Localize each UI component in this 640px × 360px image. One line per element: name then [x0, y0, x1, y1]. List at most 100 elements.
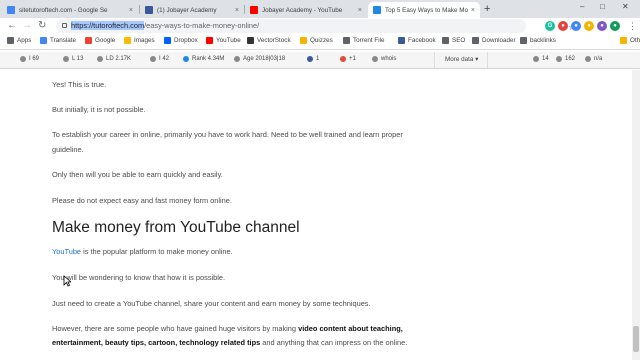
paragraph: To establish your career in online, prim… [52, 130, 403, 139]
seo-metric[interactable]: whois [372, 56, 396, 62]
bookmark-google[interactable]: Google [85, 37, 115, 44]
extension-icon-3[interactable]: ● [571, 21, 581, 31]
facebook-icon [145, 6, 153, 14]
tab-active-article[interactable]: Top 5 Easy Ways to Make Mone × [368, 2, 480, 18]
bookmark-images[interactable]: Images [124, 37, 155, 44]
metric-icon [307, 56, 313, 62]
seo-metric[interactable]: 162 [556, 56, 575, 62]
metric-icon [340, 56, 346, 62]
tab-strip: sitetutoroftech.com - Google Se × (1) Jo… [0, 0, 640, 18]
bookmark-label: YouTube [216, 37, 241, 44]
google-icon [7, 6, 15, 14]
seo-metric[interactable]: I 69 [20, 56, 39, 62]
seo-metric[interactable]: LD 2.17K [97, 56, 131, 62]
tab-youtube[interactable]: Jobayer Academy - YouTube × [245, 2, 367, 18]
close-window-button[interactable]: ✕ [622, 2, 629, 11]
metric-value: 14 [542, 56, 549, 62]
bookmark-seo[interactable]: SEO [442, 37, 465, 44]
bookmark-label: backlinks [530, 37, 556, 44]
paragraph: You will be wondering to know that how i… [52, 273, 226, 282]
bookmark-vectorstock[interactable]: VectorStock [247, 37, 291, 44]
metric-value: whois [381, 56, 397, 62]
maximize-button[interactable]: □ [600, 2, 605, 11]
bookmark-label: Downloader [482, 37, 516, 44]
tab-title: (1) Jobayer Academy [157, 6, 217, 14]
bookmark-label: Google [95, 37, 116, 44]
youtube-icon [250, 6, 258, 14]
bookmark-icon [520, 37, 527, 44]
bookmark-dropbox[interactable]: Dropbox [164, 37, 198, 44]
bookmark-downloader[interactable]: Downloader [472, 37, 516, 44]
bookmark-facebook[interactable]: Facebook [398, 37, 436, 44]
bookmark-torrent-file[interactable]: Torrent File [343, 37, 385, 44]
metric-icon [556, 56, 562, 62]
tab-facebook[interactable]: (1) Jobayer Academy × [140, 2, 244, 18]
bookmark-icon [343, 37, 350, 44]
back-button[interactable]: ← [7, 19, 17, 33]
bookmark-icon [206, 37, 213, 44]
metric-icon [533, 56, 539, 62]
tab-google-search[interactable]: sitetutoroftech.com - Google Se × [2, 2, 138, 18]
bookmark-label: Torrent File [353, 37, 385, 44]
bookmark-label: Translate [50, 37, 77, 44]
metric-icon [585, 56, 591, 62]
bookmark-label: VectorStock [257, 37, 291, 44]
paragraph: guideline. [52, 145, 84, 154]
bookmark-label: Images [134, 37, 155, 44]
menu-kebab-icon[interactable]: ⋮ [628, 19, 637, 33]
scrollbar-thumb[interactable] [633, 326, 639, 352]
bookmark-backlinks[interactable]: backlinks [520, 37, 556, 44]
address-url[interactable]: https://tutoroftech.com/easy-ways-to-mak… [71, 19, 259, 33]
seo-toolbar: More data ▾ I 69 L 13 LD 2.17K I 42 Rank 4.3… [0, 52, 640, 69]
bookmark-othe[interactable]: Othe [620, 37, 640, 44]
bookmark-label: Apps [17, 37, 32, 44]
extension-icon-4[interactable]: ● [584, 21, 594, 31]
minimize-button[interactable]: – [580, 2, 584, 11]
url-path: /easy-ways-to-make-money-online/ [144, 21, 260, 30]
extension-icon-6[interactable]: ● [610, 21, 620, 31]
reload-button[interactable]: ↻ [38, 19, 46, 33]
extension-icon-5[interactable]: ● [597, 21, 607, 31]
new-tab-button[interactable]: + [484, 3, 490, 15]
tab-title: Jobayer Academy - YouTube [262, 6, 343, 14]
seo-metric[interactable]: I 42 [150, 56, 169, 62]
mouse-cursor-icon [63, 275, 71, 287]
seo-metric[interactable]: Rank 4.34M [183, 56, 224, 62]
site-favicon-icon [373, 6, 381, 14]
bookmark-label: Quizzes [310, 37, 333, 44]
seo-metric[interactable]: 1 [307, 56, 319, 62]
close-icon[interactable]: × [358, 7, 362, 14]
extension-icon-2[interactable]: ● [558, 21, 568, 31]
close-icon[interactable]: × [129, 7, 133, 14]
metric-icon [97, 56, 103, 62]
article-content: Yes! This is true. But initially, it is … [0, 70, 632, 360]
seo-metric[interactable]: Age 2018|03|18 [234, 56, 285, 62]
bookmark-label: Dropbox [174, 37, 198, 44]
bookmark-icon [442, 37, 449, 44]
forward-button[interactable]: → [22, 19, 32, 33]
youtube-link[interactable]: YouTube [52, 247, 81, 256]
metric-value: I 42 [159, 56, 170, 62]
metric-value: I 69 [29, 56, 40, 62]
seo-metric[interactable]: 14 [533, 56, 549, 62]
paragraph: However, there are some people who have … [52, 324, 403, 334]
grammarly-icon[interactable]: G [545, 21, 555, 31]
paragraph: YouTube is the popular platform to make … [52, 247, 233, 257]
seo-metric[interactable]: n/a [585, 56, 602, 62]
bookmark-quizzes[interactable]: Quizzes [300, 37, 333, 44]
close-icon[interactable]: × [235, 7, 239, 14]
bookmark-apps[interactable]: Apps [7, 37, 31, 44]
bookmark-icon [398, 37, 405, 44]
metric-icon [183, 56, 189, 62]
seo-metric[interactable]: +1 [340, 56, 356, 62]
bold-text: entertainment, beauty tips, cartoon, tec… [52, 338, 261, 347]
more-data-button[interactable]: More data ▾ [434, 52, 488, 68]
page-scrollbar[interactable] [632, 70, 640, 360]
close-icon[interactable]: × [471, 7, 475, 14]
metric-value: LD 2.17K [106, 56, 132, 62]
address-bar[interactable]: https://tutoroftech.com/easy-ways-to-mak… [56, 19, 576, 33]
bookmark-translate[interactable]: Translate [40, 37, 76, 44]
seo-metric[interactable]: L 13 [63, 56, 83, 62]
bookmark-icon [164, 37, 171, 44]
bookmark-youtube[interactable]: YouTube [206, 37, 241, 44]
